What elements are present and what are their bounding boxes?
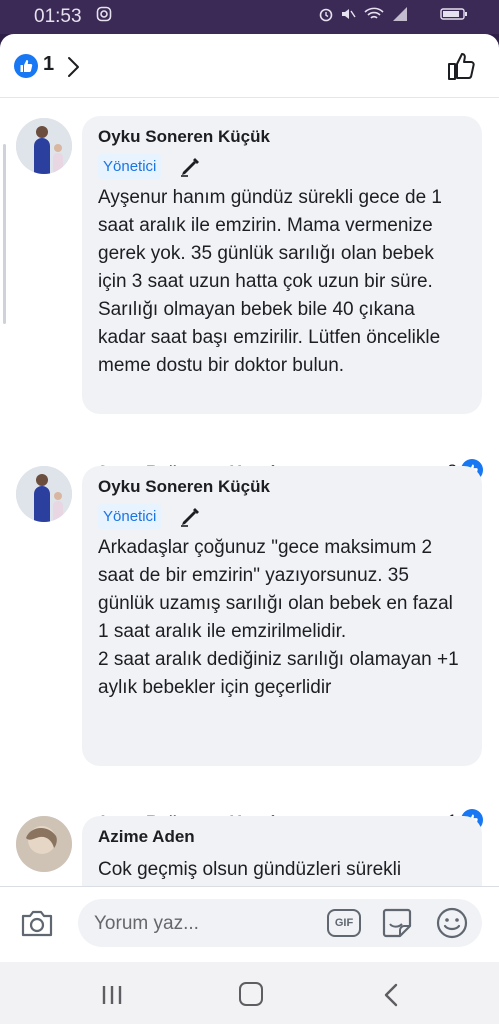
- role-row: Yönetici: [98, 504, 466, 530]
- avatar[interactable]: [16, 466, 72, 522]
- reaction-count: 1: [43, 53, 55, 75]
- wifi-icon: [364, 7, 384, 19]
- comment-text: Arkadaşlar çoğunuz "gece maksimum 2 saat…: [98, 537, 459, 698]
- comment-text: Cok geçmiş olsun gündüzleri sürekli: [98, 859, 402, 880]
- gif-button[interactable]: GIF: [327, 909, 361, 937]
- instagram-icon: [96, 6, 112, 22]
- status-time: 01:53: [34, 6, 82, 27]
- like-button-icon[interactable]: [446, 50, 478, 82]
- signal-icon: [393, 7, 407, 21]
- camera-icon[interactable]: [20, 907, 54, 939]
- home-icon[interactable]: [239, 982, 263, 1006]
- comment-author[interactable]: Azime Aden: [98, 826, 466, 848]
- quill-icon: [181, 508, 199, 527]
- alarm-icon: [319, 8, 333, 22]
- system-navigation-bar: [0, 962, 499, 1024]
- battery-icon: [440, 8, 467, 20]
- status-bar: 01:53: [0, 0, 499, 34]
- emoji-icon[interactable]: [435, 906, 469, 940]
- chevron-right-icon[interactable]: [66, 56, 80, 78]
- quill-icon: [181, 158, 199, 177]
- reactions-header[interactable]: 1: [0, 34, 499, 98]
- role-row: Yönetici: [98, 154, 466, 180]
- sticker-icon[interactable]: [380, 906, 414, 940]
- comment-bubble: Oyku Soneren Küçük Yönetici Ayşenur hanı…: [82, 116, 482, 414]
- comment-author[interactable]: Oyku Soneren Küçük: [98, 476, 466, 498]
- avatar[interactable]: [16, 118, 72, 174]
- back-icon[interactable]: [382, 982, 400, 1008]
- comments-sheet: 1 Oyku Soneren Küçük Yönetici Ayşenur ha…: [0, 34, 499, 1024]
- mute-icon: [342, 9, 356, 19]
- comment-input-placeholder: Yorum yaz...: [94, 913, 199, 934]
- like-reaction-icon: [14, 54, 38, 78]
- admin-badge: Yönetici: [98, 504, 162, 529]
- comment-composer: Yorum yaz... GIF: [0, 886, 499, 962]
- recent-apps-icon[interactable]: [101, 984, 123, 1006]
- comment-text: Ayşenur hanım gündüz sürekli gece de 1 s…: [98, 187, 442, 376]
- avatar[interactable]: [16, 816, 72, 872]
- comment-bubble: Oyku Soneren Küçük Yönetici Arkadaşlar ç…: [82, 466, 482, 766]
- admin-badge: Yönetici: [98, 154, 162, 179]
- scrollbar[interactable]: [3, 144, 6, 324]
- comment-author[interactable]: Oyku Soneren Küçük: [98, 126, 466, 148]
- comment-input[interactable]: Yorum yaz... GIF: [78, 899, 482, 947]
